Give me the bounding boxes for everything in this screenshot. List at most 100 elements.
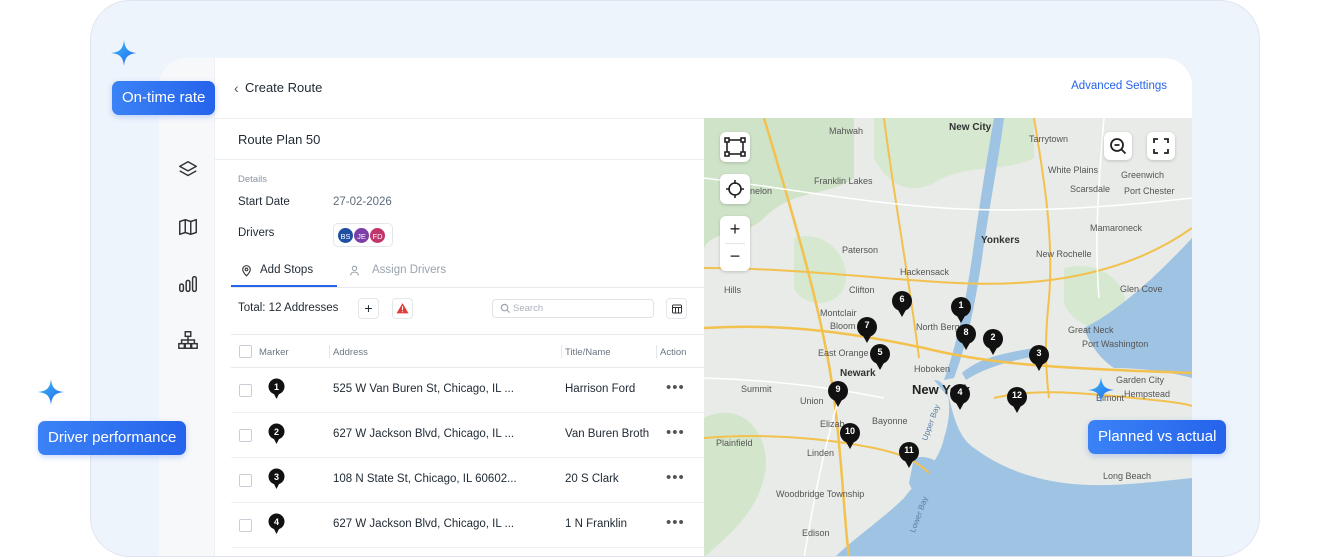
row-title: Van Buren Broth — [565, 428, 650, 440]
map-marker-number: 7 — [864, 320, 870, 330]
column-divider — [561, 345, 562, 358]
map-marker[interactable]: 6 — [891, 290, 913, 318]
advanced-settings-link[interactable]: Advanced Settings — [1071, 80, 1167, 92]
map-marker[interactable]: 5 — [869, 343, 891, 371]
marker-pin-icon: 4 — [268, 513, 285, 534]
route-map[interactable]: Mahwah Tarrytown New City Greenwich Whit… — [704, 118, 1192, 556]
table-columns-icon — [671, 304, 682, 314]
map-label: Hoboken — [914, 364, 951, 374]
app-window: ‹ Create Route Advanced Settings Route P… — [159, 58, 1192, 556]
route-panel: Route Plan 50 Details Start Date 27-02-2… — [215, 118, 704, 556]
marker-number: 1 — [274, 382, 279, 392]
map-marker-number: 12 — [1011, 390, 1022, 400]
map-marker[interactable]: 8 — [955, 323, 977, 351]
page-title: Create Route — [245, 80, 323, 95]
org-chart-icon[interactable] — [177, 329, 199, 351]
row-title: Harrison Ford — [565, 383, 636, 395]
table-settings-button[interactable] — [666, 298, 687, 319]
drivers-avatars[interactable]: BS JE FD — [333, 223, 393, 247]
row-checkbox[interactable] — [239, 474, 252, 487]
map-label: Yonkers — [981, 235, 1020, 246]
map-label: Glen Cove — [1120, 284, 1163, 294]
marker-number: 4 — [274, 517, 279, 527]
draw-area-button[interactable] — [720, 132, 750, 162]
map-label: Montclair — [820, 308, 857, 318]
marker-pin-icon: 3 — [268, 468, 285, 489]
sparkle-icon — [1088, 377, 1114, 403]
map-marker[interactable]: 1 — [950, 296, 972, 324]
column-header-address[interactable]: Address — [333, 347, 368, 358]
map-marker-number: 2 — [990, 332, 996, 342]
zoom-out-button[interactable]: − — [720, 244, 750, 271]
start-date-value[interactable]: 27-02-2026 — [333, 196, 392, 208]
map-label: Port Washington — [1082, 339, 1149, 349]
zoom-in-button[interactable]: + — [720, 216, 750, 243]
map-label: Long Beach — [1103, 471, 1152, 481]
tab-bar: Add Stops Assign Drivers — [231, 256, 704, 288]
sparkle-icon — [38, 379, 64, 405]
map-search-button[interactable] — [1104, 132, 1132, 160]
search-input[interactable] — [513, 301, 648, 316]
zoom-search-icon — [1110, 138, 1127, 155]
row-actions-menu[interactable]: ••• — [666, 469, 685, 486]
recenter-button[interactable] — [720, 174, 750, 204]
fullscreen-button[interactable] — [1147, 132, 1175, 160]
map-label: Tarrytown — [1029, 134, 1069, 144]
bar-chart-icon[interactable] — [177, 273, 199, 295]
row-actions-menu[interactable]: ••• — [666, 424, 685, 441]
row-actions-menu[interactable]: ••• — [666, 379, 685, 396]
column-header-marker[interactable]: Marker — [259, 347, 289, 358]
map-marker[interactable]: 10 — [839, 422, 861, 450]
map-label: New Rochelle — [1036, 249, 1092, 259]
row-checkbox[interactable] — [239, 519, 252, 532]
start-date-label: Start Date — [238, 196, 290, 208]
column-divider — [656, 345, 657, 358]
row-address: 627 W Jackson Blvd, Chicago, IL ... — [333, 428, 515, 440]
map-marker[interactable]: 11 — [898, 441, 920, 469]
map-marker-number: 6 — [899, 294, 905, 304]
column-header-title[interactable]: Title/Name — [565, 347, 611, 358]
map-marker[interactable]: 9 — [827, 380, 849, 408]
crosshair-icon — [726, 180, 744, 198]
map-marker[interactable]: 2 — [982, 328, 1004, 356]
select-all-checkbox[interactable] — [239, 345, 252, 358]
table-row[interactable]: 2 627 W Jackson Blvd, Chicago, IL ... Va… — [231, 413, 704, 458]
map-marker-number: 9 — [835, 384, 841, 394]
map-label: Hempstead — [1124, 389, 1171, 399]
active-tab-indicator — [231, 285, 337, 287]
map-label: Summit — [741, 384, 772, 394]
avatar: BS — [337, 227, 354, 244]
map-label: Woodbridge Township — [776, 489, 865, 499]
tab-assign-drivers[interactable]: Assign Drivers — [372, 264, 446, 276]
column-header-action: Action — [660, 347, 687, 358]
table-row[interactable]: 4 627 W Jackson Blvd, Chicago, IL ... 1 … — [231, 503, 704, 548]
row-address: 108 N State St, Chicago, IL 60602... — [333, 473, 517, 485]
search-field[interactable] — [492, 299, 654, 318]
map-marker[interactable]: 3 — [1028, 344, 1050, 372]
table-row[interactable]: 3 108 N State St, Chicago, IL 60602... 2… — [231, 458, 704, 503]
back-chevron-icon[interactable]: ‹ — [234, 80, 239, 96]
route-plan-name-row: Route Plan 50 — [215, 118, 704, 160]
table-row[interactable]: 1 525 W Van Buren St, Chicago, IL ... Ha… — [231, 368, 704, 413]
row-actions-menu[interactable]: ••• — [666, 514, 685, 531]
layers-icon[interactable] — [177, 159, 199, 181]
map-icon[interactable] — [177, 216, 199, 238]
row-address: 627 W Jackson Blvd, Chicago, IL ... — [333, 518, 515, 530]
map-marker[interactable]: 4 — [949, 383, 971, 411]
drivers-label: Drivers — [238, 227, 275, 239]
map-marker[interactable]: 12 — [1006, 386, 1028, 414]
zoom-controls: + − — [720, 216, 750, 271]
total-addresses: Total: 12 Addresses — [238, 302, 339, 314]
map-label: Paterson — [842, 245, 879, 255]
add-stop-button[interactable]: + — [358, 298, 379, 319]
map-marker[interactable]: 7 — [856, 316, 878, 344]
warning-button[interactable] — [392, 298, 413, 319]
map-label: Port Chester — [1124, 186, 1175, 196]
map-label: Scarsdale — [1070, 184, 1111, 194]
row-checkbox[interactable] — [239, 429, 252, 442]
row-checkbox[interactable] — [239, 384, 252, 397]
route-plan-name[interactable]: Route Plan 50 — [238, 132, 320, 147]
tab-add-stops[interactable]: Add Stops — [260, 264, 313, 276]
row-address: 525 W Van Buren St, Chicago, IL ... — [333, 383, 514, 395]
marker-pin-icon: 1 — [268, 378, 285, 399]
